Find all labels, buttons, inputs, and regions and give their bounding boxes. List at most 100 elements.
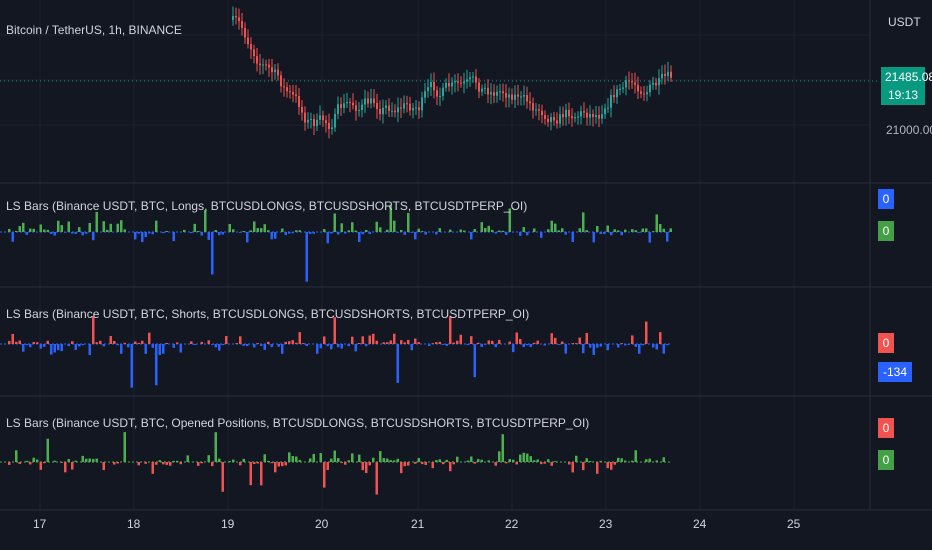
shorts-bar — [564, 344, 567, 354]
shorts-bar — [347, 344, 350, 347]
candle — [547, 118, 549, 123]
opened-positions-bar — [617, 457, 620, 462]
candle — [490, 92, 492, 95]
candle — [475, 76, 477, 83]
opened-positions-bar — [508, 459, 511, 462]
longs-bar — [43, 229, 46, 232]
opened-positions-bar — [470, 456, 473, 462]
candle — [616, 89, 618, 98]
opened-positions-bar — [466, 460, 469, 462]
candle — [589, 113, 591, 118]
chart-canvas[interactable] — [0, 0, 932, 550]
opened-positions-bar — [452, 462, 455, 465]
candle — [325, 120, 327, 123]
candle — [406, 103, 408, 105]
candle — [343, 103, 345, 108]
opened-positions-bar — [113, 462, 116, 465]
longs-bar — [81, 232, 84, 236]
opened-positions-bar — [228, 461, 231, 462]
shorts-bar — [116, 344, 119, 346]
longs-bar — [578, 228, 581, 232]
opened-positions-bar — [151, 462, 154, 474]
shorts-bar — [109, 336, 112, 344]
opened-positions-bar — [498, 451, 501, 462]
opened-positions-bar — [281, 462, 284, 467]
candle — [250, 44, 252, 50]
opened-positions-bar — [662, 457, 665, 462]
shorts-bar — [253, 344, 256, 348]
opened-positions-bar — [421, 462, 424, 465]
opened-positions-bar — [267, 460, 270, 462]
shorts-bar — [400, 340, 403, 344]
longs-bar — [631, 229, 634, 232]
shorts-bar — [102, 344, 105, 347]
longs-bar — [228, 223, 231, 232]
longs-bar — [71, 232, 74, 234]
candle — [583, 111, 585, 113]
longs-bar — [267, 230, 270, 232]
time-axis-label: 20 — [315, 517, 329, 531]
longs-bar — [22, 222, 25, 232]
shorts-bar — [134, 341, 137, 344]
candle — [511, 94, 513, 100]
longs-bar — [253, 221, 256, 232]
opened-positions-bar — [88, 458, 91, 462]
candle — [466, 79, 468, 82]
candle — [256, 56, 258, 64]
opened-positions-bar — [39, 462, 42, 470]
pane-1-title[interactable]: LS Bars (Binance USDT, BTC, Longs, BTCUS… — [6, 199, 527, 213]
longs-bar — [669, 228, 672, 232]
candle — [544, 115, 546, 119]
candle — [499, 91, 501, 93]
shorts-bar — [291, 340, 294, 344]
candle — [451, 82, 453, 87]
opened-positions-bar — [74, 460, 77, 462]
longs-bar — [295, 230, 298, 232]
longs-bar — [648, 232, 651, 243]
shorts-bar — [50, 344, 53, 355]
longs-bar — [400, 229, 403, 232]
longs-bar — [120, 220, 123, 232]
longs-bar — [106, 229, 109, 232]
candle — [646, 92, 648, 95]
longs-bar — [323, 229, 326, 232]
candle — [292, 92, 294, 95]
opened-positions-bar — [155, 462, 158, 465]
longs-bar — [263, 224, 266, 232]
longs-bar — [309, 232, 312, 234]
longs-bar — [554, 223, 557, 232]
candle — [340, 104, 342, 108]
opened-positions-bar — [347, 460, 350, 462]
candle — [493, 92, 495, 96]
shorts-bar — [508, 341, 511, 344]
shorts-bar — [445, 344, 448, 346]
opened-positions-bar — [368, 462, 371, 466]
shorts-bar — [435, 342, 438, 344]
shorts-bar — [218, 344, 221, 351]
shorts-bar — [452, 342, 455, 344]
candle — [382, 107, 384, 115]
chart-window[interactable]: Bitcoin / TetherUS, 1h, BINANCE USDT 214… — [0, 0, 932, 550]
opened-positions-bar — [8, 462, 11, 465]
longs-bar — [137, 232, 140, 234]
candle — [277, 69, 279, 76]
candle — [439, 96, 441, 98]
candle — [415, 107, 417, 109]
shorts-bar — [200, 341, 203, 344]
longs-bar — [368, 232, 371, 234]
candle — [238, 17, 240, 22]
longs-bar — [645, 228, 648, 232]
opened-positions-bar — [393, 460, 396, 462]
candle — [448, 82, 450, 87]
longs-bar — [417, 228, 420, 232]
longs-bar — [211, 232, 214, 275]
longs-bar — [204, 210, 207, 232]
pane-2-title[interactable]: LS Bars (Binance USDT, BTC, Shorts, BTCU… — [6, 307, 529, 321]
opened-positions-bar — [442, 462, 445, 465]
pane-3-title[interactable]: LS Bars (Binance USDT, BTC, Opened Posit… — [6, 416, 589, 430]
longs-bar — [351, 222, 354, 232]
opened-positions-bar — [631, 460, 634, 462]
candle — [472, 76, 474, 78]
shorts-bar — [11, 333, 14, 344]
shorts-bar — [29, 344, 32, 348]
